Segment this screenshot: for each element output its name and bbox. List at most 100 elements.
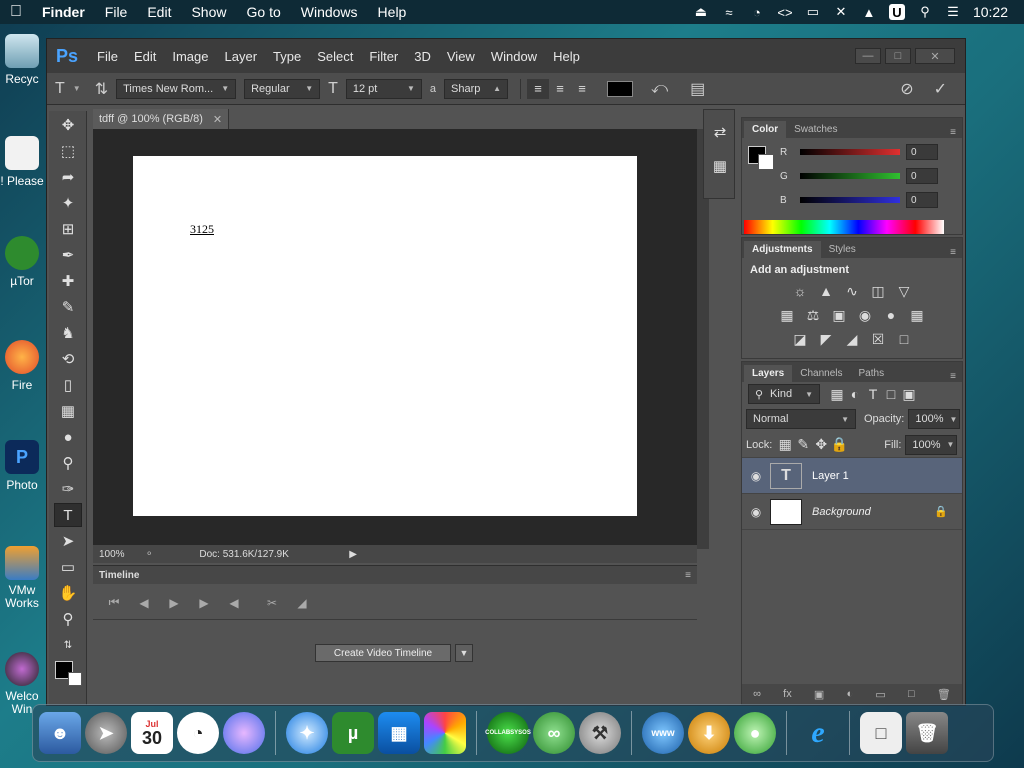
display-icon[interactable]: ▭ [805, 4, 821, 20]
filter-adjustment-icon[interactable]: ◐ [846, 385, 864, 403]
upload-icon[interactable]: ▲ [861, 4, 877, 20]
first-frame-icon[interactable]: ⏮ [99, 595, 129, 610]
crop-tool-icon[interactable]: ⊞ [54, 217, 82, 241]
color-spectrum-bar[interactable] [744, 220, 944, 234]
posterize-icon[interactable]: ◤ [817, 330, 835, 348]
lock-transparent-icon[interactable]: ▦ [776, 436, 794, 454]
history-panel-icon[interactable]: ⇄ [706, 120, 734, 144]
code-icon[interactable]: <> [777, 4, 793, 20]
fill-field[interactable]: 100% ▼ [905, 434, 958, 455]
selective-color-icon[interactable]: ☒ [869, 330, 887, 348]
close-tab-icon[interactable]: ✕ [213, 113, 222, 126]
path-selection-tool-icon[interactable]: ➤ [54, 529, 82, 553]
internet-explorer-icon[interactable]: e [797, 712, 839, 754]
ps-menu-image[interactable]: Image [164, 49, 216, 64]
eraser-tool-icon[interactable]: ▯ [54, 373, 82, 397]
align-left-button[interactable]: ≡ [527, 78, 550, 99]
user-u-icon[interactable]: U [888, 4, 905, 20]
canvas-text-layer[interactable]: 3125 [190, 222, 214, 237]
filter-type-icon[interactable]: T [864, 385, 882, 403]
panel-menu-icon[interactable]: ≡ [950, 371, 956, 382]
ps-menu-layer[interactable]: Layer [217, 49, 266, 64]
create-timeline-dropdown-icon[interactable]: ▼ [455, 644, 473, 662]
eye-icon[interactable]: ◉ [742, 505, 770, 519]
photo-filter-icon[interactable]: ◉ [856, 306, 874, 324]
green-value[interactable]: 0 [906, 168, 938, 184]
character-panel-icon[interactable]: ▤ [690, 79, 705, 99]
layer-row[interactable]: ◉ T Layer 1 [742, 458, 962, 494]
tab-styles[interactable]: Styles [821, 241, 864, 258]
new-layer-icon[interactable]: □ [908, 688, 915, 700]
color-balance-icon[interactable]: ⚖ [804, 306, 822, 324]
desktop-icon-photoshop[interactable]: P Photo [0, 440, 44, 492]
system-tools-icon[interactable]: ⚒ [579, 712, 621, 754]
menu-help[interactable]: Help [368, 4, 417, 20]
menu-windows[interactable]: Windows [291, 4, 368, 20]
tab-channels[interactable]: Channels [792, 365, 850, 382]
finder-icon[interactable]: ☻ [39, 712, 81, 754]
opacity-field[interactable]: 100% ▼ [908, 409, 961, 429]
threshold-icon[interactable]: ◢ [843, 330, 861, 348]
layer-style-icon[interactable]: fx [783, 688, 792, 700]
desktop-icon-please[interactable]: ! Please [0, 136, 44, 188]
ps-menu-help[interactable]: Help [545, 49, 588, 64]
window-preview-icon[interactable]: □ [860, 712, 902, 754]
launchpad-icon[interactable]: ➤ [85, 712, 127, 754]
tab-layers[interactable]: Layers [744, 365, 793, 382]
properties-panel-icon[interactable]: ▦ [706, 154, 734, 178]
next-frame-icon[interactable]: ▶ [189, 596, 219, 610]
align-right-button[interactable]: ≡ [571, 79, 593, 99]
minimize-button[interactable]: — [855, 48, 881, 64]
zoom-level[interactable]: 100% [99, 549, 139, 560]
maximize-button[interactable]: □ [885, 48, 911, 64]
font-style-select[interactable]: Regular ▼ [244, 78, 321, 99]
text-color-swatch[interactable] [607, 80, 634, 97]
apple-menu-icon[interactable]:  [0, 3, 32, 21]
menu-app-name[interactable]: Finder [32, 4, 95, 20]
panel-menu-icon[interactable]: ≡ [685, 570, 691, 581]
timer-icon[interactable]: ◔ [749, 4, 765, 20]
delete-layer-icon[interactable]: 🗑 [937, 688, 951, 701]
bg-color-preview[interactable] [758, 154, 774, 170]
play-icon[interactable]: ▶ [159, 596, 189, 610]
layer-name[interactable]: Background [812, 506, 871, 518]
history-brush-tool-icon[interactable]: ⟲ [54, 347, 82, 371]
timeline-tab[interactable]: Timeline ≡ [93, 566, 697, 584]
preset-dropdown-arrow-icon[interactable]: ▼ [73, 84, 81, 93]
status-arrow-icon[interactable]: ▶ [349, 549, 357, 560]
filter-smart-object-icon[interactable]: ▣ [900, 385, 918, 403]
document-tab[interactable]: tdff @ 100% (RGB/8) ✕ [93, 109, 229, 129]
link-layers-icon[interactable]: ∞ [753, 688, 761, 700]
calendar-icon[interactable]: Jul 30 [131, 712, 173, 754]
ps-menu-type[interactable]: Type [265, 49, 309, 64]
pen-tool-icon[interactable]: ✑ [54, 477, 82, 501]
utorrent-dock-icon[interactable]: µ [332, 712, 374, 754]
collabsysos-icon[interactable]: COLLABSYSOS [485, 712, 531, 754]
background-color-swatch[interactable] [68, 672, 82, 686]
blur-tool-icon[interactable]: ● [54, 425, 82, 449]
ps-menu-edit[interactable]: Edit [126, 49, 164, 64]
menu-go-to[interactable]: Go to [237, 4, 291, 20]
blend-mode-select[interactable]: Normal ▼ [746, 409, 856, 429]
status-menu-icon[interactable]: ⚬ [145, 549, 153, 560]
eyedropper-tool-icon[interactable]: ✒ [54, 243, 82, 267]
siri-icon[interactable] [223, 712, 265, 754]
new-adjustment-icon[interactable]: ◐ [847, 688, 854, 700]
water-drops-icon[interactable]: ● [734, 712, 776, 754]
split-icon[interactable]: ✂ [257, 596, 287, 610]
menu-show[interactable]: Show [181, 4, 236, 20]
tab-color[interactable]: Color [744, 121, 787, 138]
filter-shape-icon[interactable]: □ [882, 385, 900, 403]
toggle-orientation-icon[interactable]: ⇅ [95, 79, 108, 99]
cancel-icon[interactable]: ⊘ [900, 79, 913, 99]
brightness-icon[interactable]: ☼ [791, 282, 809, 300]
audio-icon[interactable]: ◀ [219, 596, 249, 610]
ps-menu-3d[interactable]: 3D [406, 49, 439, 64]
red-value[interactable]: 0 [906, 144, 938, 160]
channel-mixer-icon[interactable]: ● [882, 306, 900, 324]
photos-icon[interactable] [424, 712, 466, 754]
black-white-icon[interactable]: ▣ [830, 306, 848, 324]
marquee-tool-icon[interactable]: ⬚ [54, 139, 82, 163]
ps-menu-filter[interactable]: Filter [361, 49, 406, 64]
lock-position-icon[interactable]: ✥ [812, 436, 830, 454]
